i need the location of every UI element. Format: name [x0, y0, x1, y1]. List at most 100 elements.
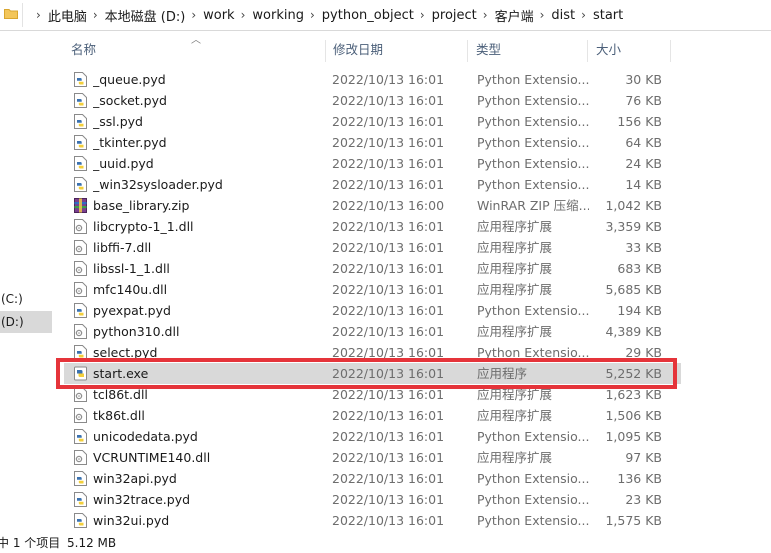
python-file-icon: [74, 72, 87, 87]
breadcrumb-item[interactable]: 此电脑: [48, 6, 87, 25]
file-type: Python Extensio...: [477, 177, 589, 192]
breadcrumb-item[interactable]: 客户端: [495, 6, 534, 25]
file-date: 2022/10/13 16:01: [332, 429, 445, 444]
nav-item-drive-d[interactable]: (D:): [0, 311, 52, 333]
dll-file-icon: [74, 408, 87, 423]
file-date: 2022/10/13 16:01: [332, 282, 445, 297]
breadcrumb-item[interactable]: working: [252, 8, 304, 23]
file-date: 2022/10/13 16:01: [332, 261, 445, 276]
python-file-icon: [74, 114, 87, 129]
file-size: 97 KB: [625, 450, 662, 465]
dll-file-icon: [74, 282, 87, 297]
file-type: Python Extensio...: [477, 72, 589, 87]
file-size: 33 KB: [625, 240, 662, 255]
python-file-icon: [74, 135, 87, 150]
file-row[interactable]: _win32sysloader.pyd 2022/10/13 16:01 Pytho…: [64, 174, 681, 195]
file-size: 24 KB: [625, 156, 662, 171]
file-date: 2022/10/13 16:01: [332, 219, 445, 234]
file-name: _tkinter.pyd: [93, 135, 167, 150]
status-bar: 中 1 个项目 5.12 MB: [0, 534, 771, 553]
file-date: 2022/10/13 16:01: [332, 240, 445, 255]
file-type: 应用程序扩展: [477, 324, 553, 339]
file-type: Python Extensio...: [477, 93, 589, 108]
file-date: 2022/10/13 16:01: [332, 114, 445, 129]
file-row[interactable]: _queue.pyd 2022/10/13 16:01 Python Extensi…: [64, 69, 681, 90]
file-date: 2022/10/13 16:01: [332, 492, 445, 507]
file-date: 2022/10/13 16:00: [332, 198, 445, 213]
chevron-right-icon[interactable]: ›: [191, 8, 196, 22]
file-name: win32ui.pyd: [93, 513, 170, 528]
dll-file-icon: [74, 450, 87, 465]
chevron-right-icon[interactable]: ›: [241, 8, 246, 22]
file-row[interactable]: mfc140u.dll 2022/10/13 16:01 应用程序扩展 5,685 K…: [64, 279, 681, 300]
file-type: Python Extensio...: [477, 492, 589, 507]
file-name: _uuid.pyd: [93, 156, 154, 171]
file-row[interactable]: _socket.pyd 2022/10/13 16:01 Python Extens…: [64, 90, 681, 111]
file-row[interactable]: _uuid.pyd 2022/10/13 16:01 Python Extensio…: [64, 153, 681, 174]
chevron-right-icon[interactable]: ›: [420, 8, 425, 22]
file-row[interactable]: win32trace.pyd 2022/10/13 16:01 Python Ext…: [64, 489, 681, 510]
file-row[interactable]: libcrypto-1_1.dll 2022/10/13 16:01 应用程序扩展 3…: [64, 216, 681, 237]
dll-file-icon: [74, 324, 87, 339]
navigation-pane: (C:) (D:): [0, 31, 54, 536]
address-bar[interactable]: › 此电脑 › 本地磁盘 (D:) › work › working › python_objec…: [0, 0, 771, 31]
file-row[interactable]: _tkinter.pyd 2022/10/13 16:01 Python Exten…: [64, 132, 681, 153]
dll-file-icon: [74, 261, 87, 276]
address-divider: [22, 3, 23, 27]
file-name: _queue.pyd: [93, 72, 166, 87]
chevron-right-icon[interactable]: ›: [93, 8, 98, 22]
breadcrumb-item[interactable]: start: [593, 8, 623, 23]
dll-file-icon: [74, 219, 87, 234]
file-date: 2022/10/13 16:01: [332, 450, 445, 465]
file-row[interactable]: tk86t.dll 2022/10/13 16:01 应用程序扩展 1,506 KB: [64, 405, 681, 426]
zip-icon: [74, 198, 87, 213]
file-type: 应用程序扩展: [477, 450, 553, 465]
file-row[interactable]: unicodedata.pyd 2022/10/13 16:01 Python Ex…: [64, 426, 681, 447]
file-type: 应用程序扩展: [477, 219, 553, 234]
file-name: pyexpat.pyd: [93, 303, 171, 318]
breadcrumb-item[interactable]: python_object: [322, 8, 414, 23]
file-size: 30 KB: [625, 72, 662, 87]
file-name: mfc140u.dll: [93, 282, 168, 297]
file-size: 23 KB: [625, 492, 662, 507]
file-size: 136 KB: [617, 471, 662, 486]
folder-icon: [4, 9, 18, 19]
file-type: Python Extensio...: [477, 471, 589, 486]
file-type: 应用程序扩展: [477, 282, 553, 297]
nav-item-drive-c[interactable]: (C:): [0, 288, 52, 310]
file-size: 194 KB: [617, 303, 662, 318]
file-name: win32trace.pyd: [93, 492, 191, 507]
file-row[interactable]: libffi-7.dll 2022/10/13 16:01 应用程序扩展 33 KB: [64, 237, 681, 258]
breadcrumb-item[interactable]: 本地磁盘 (D:): [105, 6, 186, 25]
file-name: _win32sysloader.pyd: [93, 177, 223, 192]
file-date: 2022/10/13 16:01: [332, 513, 445, 528]
python-file-icon: [74, 93, 87, 108]
file-row[interactable]: win32api.pyd 2022/10/13 16:01 Python Exten…: [64, 468, 681, 489]
chevron-right-icon[interactable]: ›: [310, 8, 315, 22]
python-file-icon: [74, 429, 87, 444]
breadcrumb-item[interactable]: work: [203, 8, 234, 23]
chevron-right-icon[interactable]: ›: [581, 8, 586, 22]
file-row[interactable]: VCRUNTIME140.dll 2022/10/13 16:01 应用程序扩展 97…: [64, 447, 681, 468]
chevron-right-icon[interactable]: ›: [540, 8, 545, 22]
file-row[interactable]: libssl-1_1.dll 2022/10/13 16:01 应用程序扩展 683 …: [64, 258, 681, 279]
python-file-icon: [74, 303, 87, 318]
file-row[interactable]: base_library.zip 2022/10/13 16:00 WinRAR Z…: [64, 195, 681, 216]
breadcrumb-item[interactable]: project: [432, 8, 477, 23]
file-name: libcrypto-1_1.dll: [93, 219, 194, 234]
file-size: 64 KB: [625, 135, 662, 150]
file-row[interactable]: pyexpat.pyd 2022/10/13 16:01 Python Extens…: [64, 300, 681, 321]
file-size: 1,042 KB: [605, 198, 662, 213]
file-row[interactable]: win32ui.pyd 2022/10/13 16:01 Python Extens…: [64, 510, 681, 531]
breadcrumb-item[interactable]: dist: [551, 8, 575, 23]
file-type: Python Extensio...: [477, 114, 589, 129]
file-row[interactable]: _ssl.pyd 2022/10/13 16:01 Python Extensio.…: [64, 111, 681, 132]
file-date: 2022/10/13 16:01: [332, 177, 445, 192]
dll-file-icon: [74, 240, 87, 255]
chevron-right-icon[interactable]: ›: [36, 8, 41, 22]
file-name: win32api.pyd: [93, 471, 177, 486]
chevron-right-icon[interactable]: ›: [483, 8, 488, 22]
file-row[interactable]: python310.dll 2022/10/13 16:01 应用程序扩展 4,389…: [64, 321, 681, 342]
file-size: 76 KB: [625, 93, 662, 108]
file-type: Python Extensio...: [477, 135, 589, 150]
